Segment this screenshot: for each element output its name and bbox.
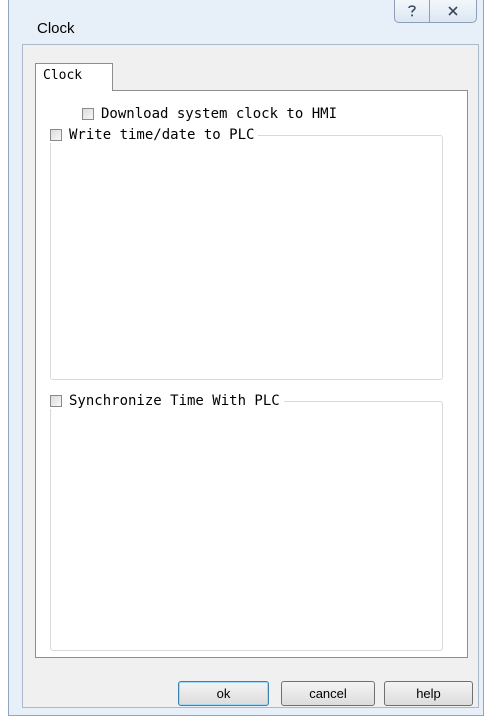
write-time-label: Write time/date to PLC — [69, 127, 255, 143]
help-button[interactable]: help — [384, 681, 473, 706]
dialog-client-area: Clock Download system clock to HMI Write… — [22, 44, 479, 708]
window-title: Clock — [37, 20, 75, 37]
close-icon — [448, 6, 458, 16]
write-time-groupbox — [50, 135, 443, 380]
question-icon — [408, 5, 416, 17]
download-clock-label: Download system clock to HMI — [101, 106, 338, 122]
tab-page-clock: Download system clock to HMI Write time/… — [35, 90, 468, 658]
sync-time-option[interactable]: Synchronize Time With PLC — [50, 393, 284, 409]
cancel-button[interactable]: cancel — [281, 681, 375, 706]
close-button[interactable] — [429, 0, 477, 23]
write-time-checkbox[interactable] — [50, 129, 62, 141]
help-title-button[interactable] — [394, 0, 430, 23]
tab-clock[interactable]: Clock — [35, 63, 113, 91]
title-bar[interactable]: Clock — [9, 0, 483, 44]
sync-time-groupbox — [50, 401, 443, 651]
download-clock-option[interactable]: Download system clock to HMI — [82, 106, 342, 122]
clock-dialog: Clock Clock Download system clock to HMI… — [8, 0, 484, 716]
sync-time-checkbox[interactable] — [50, 395, 62, 407]
ok-button[interactable]: ok — [178, 681, 269, 706]
sync-time-label: Synchronize Time With PLC — [69, 393, 280, 409]
download-clock-checkbox[interactable] — [82, 108, 94, 120]
write-time-option[interactable]: Write time/date to PLC — [50, 127, 259, 143]
